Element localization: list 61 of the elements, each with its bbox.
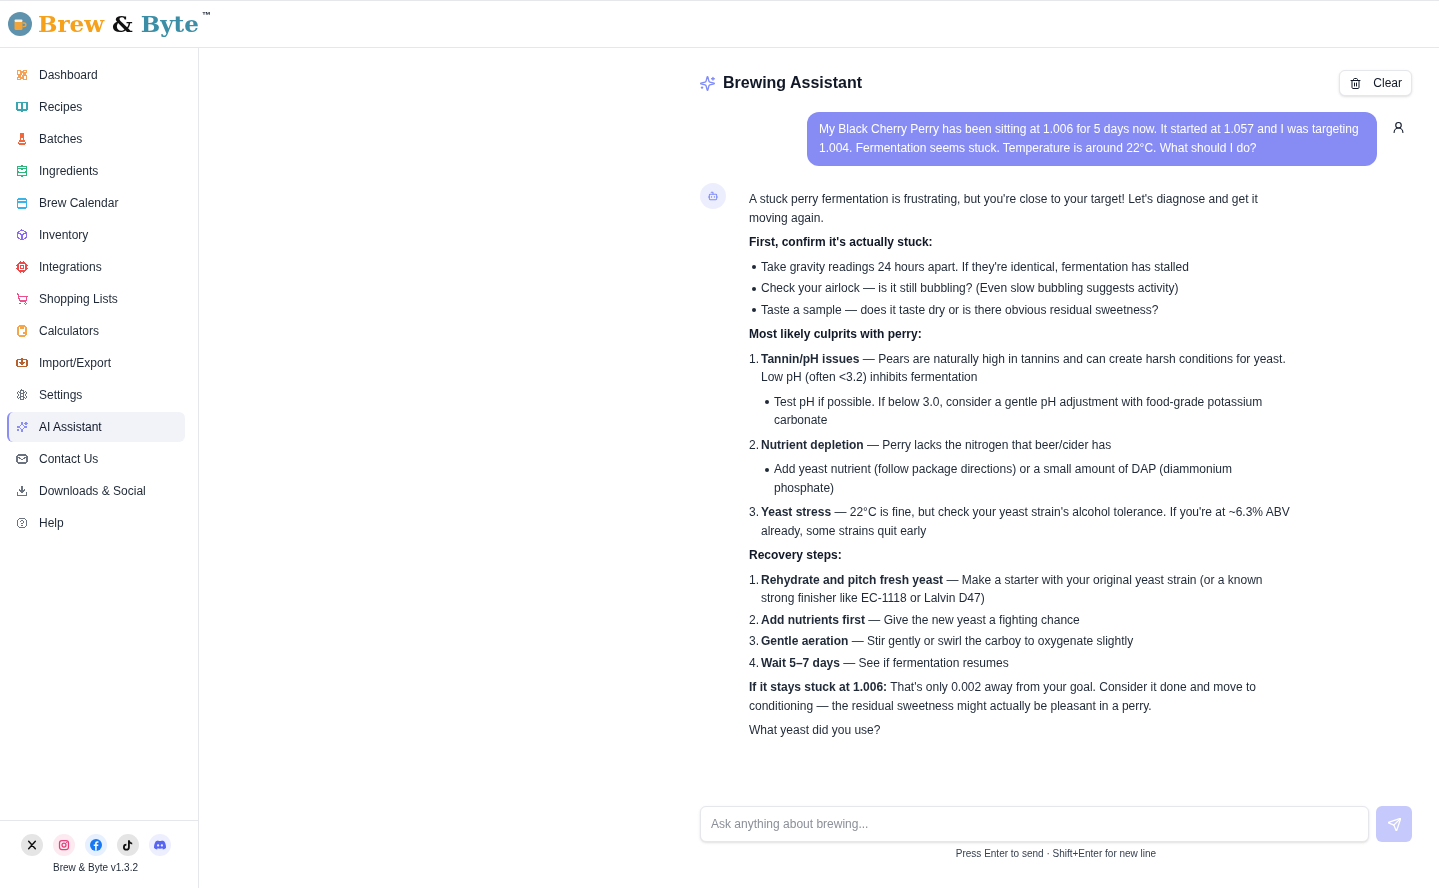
list-number: 1. (749, 350, 760, 368)
bullet-icon (752, 286, 756, 291)
social-link[interactable] (20, 834, 43, 856)
sparkles-icon (700, 75, 715, 91)
nav-item[interactable]: Ingredients (7, 156, 185, 186)
nav-item[interactable]: Settings (7, 380, 185, 410)
list-item-text: Gentle aeration — Stir gently or swirl the carboy to oxygenate slightly (761, 633, 1135, 650)
user-icon (1393, 122, 1404, 133)
list-item-text: Taste a sample — does it taste dry or is there obvious residual sweetness? (761, 301, 1160, 319)
list-item-text: Take gravity readings 24 hours apart. If they're identical, fermentation has stalled (761, 258, 1190, 276)
nav-item[interactable]: AI Assistant (7, 412, 185, 442)
nav-item[interactable]: Inventory (7, 220, 185, 250)
nav-item[interactable]: Contact Us (7, 444, 185, 474)
list-item-text: Add yeast nutrient (follow package directions) or a small amount of DAP (diammonium phosphate) (774, 461, 1233, 497)
bullet-icon (752, 265, 756, 269)
trademark-mark: ™ (201, 10, 211, 20)
chat-title: Brewing Assistant (723, 73, 862, 93)
list-item-text: Test pH if possible. If below 3.0, consider a gentle pH adjustment with food-grade potassium carbonate (774, 393, 1264, 429)
version-label: Brew & Byte v1.3.2 (52, 862, 138, 874)
trash-icon (1350, 77, 1362, 89)
nav-item[interactable]: Import/Export (7, 348, 185, 378)
send-icon (1387, 817, 1401, 831)
list-number: 1. (749, 571, 760, 589)
user-message: My Black Cherry Perry has been sitting at 1.006 for 5 days now. It started at 1.057 and I was targeting 1.004. Fermentation seems stuck. Temperature is around 22°C. What should I do? (807, 112, 1377, 166)
list-number: 4. (749, 654, 760, 672)
list-item-text: Yeast stress — 22°C is fine, but check your yeast strain's alcohol tolerance. If you're at ~6.3% ABV already, some strains quit early (761, 504, 1291, 540)
bullet-icon (752, 308, 756, 312)
mug-badge-icon (8, 12, 32, 36)
nav-item[interactable]: Brew Calendar (7, 188, 185, 218)
nav-item[interactable]: Batches (7, 124, 185, 154)
clear-button[interactable]: Clear (1339, 70, 1412, 96)
list-item-text: Rehydrate and pitch fresh yeast — Make a starter with your original yeast strain (or a known strong finisher like EC-1118 or Lalvin D47) (761, 571, 1264, 607)
message-paragraph: What yeast did you use? (749, 722, 882, 739)
list-number: 2. (749, 436, 760, 454)
keyboard-hint: Press Enter to send · Shift+Enter for new line (955, 848, 1157, 860)
list-number: 3. (749, 504, 760, 521)
nav-item[interactable]: Shopping Lists (7, 284, 185, 314)
nav-item[interactable]: Integrations (7, 252, 185, 282)
nav-item[interactable]: Calculators (7, 316, 185, 346)
nav-item[interactable]: Downloads & Social (7, 476, 185, 506)
message-input[interactable]: Ask anything about brewing... (700, 806, 1369, 842)
nav-item[interactable]: Dashboard (7, 60, 185, 90)
list-item-text: Tannin/pH issues — Pears are naturally high in tannins and can create harsh conditions for yeast. Low pH (often <3.2) inhibits fermentation (761, 350, 1287, 386)
list-number: 2. (749, 611, 760, 629)
list-item-text: Check your airlock — is it still bubbling? (Even slow bubbling suggests activity) (761, 280, 1180, 297)
bullet-icon (765, 400, 769, 404)
list-item-text: Nutrient depletion — Perry lacks the nitrogen that beer/cider has (761, 436, 1113, 454)
list-item-text: Add nutrients first — Give the new yeast a fighting chance (761, 611, 1081, 629)
logo-wordmark: Brew & Byte (38, 10, 199, 38)
list-number: 3. (749, 633, 760, 650)
message-heading: First, confirm it's actually stuck: (749, 234, 934, 251)
bot-avatar-icon (700, 183, 726, 209)
social-link[interactable] (116, 834, 139, 856)
message-paragraph: If it stays stuck at 1.006: That's only 0.002 away from your goal. Consider it done and move to conditioning — the residual sweetness might actually be pleasant in a perry. (749, 679, 1258, 715)
message-paragraph: A stuck perry fermentation is frustrating, but you're close to your target! Let's diagnose and get it moving again. (749, 191, 1259, 227)
bullet-icon (765, 467, 769, 472)
nav-item[interactable]: Recipes (7, 92, 185, 122)
list-item-text: Wait 5–7 days — See if fermentation resumes (761, 654, 1010, 672)
nav-item[interactable]: Help (7, 508, 185, 538)
message-heading: Recovery steps: (749, 547, 843, 564)
message-heading: Most likely culprits with perry: (749, 326, 923, 343)
